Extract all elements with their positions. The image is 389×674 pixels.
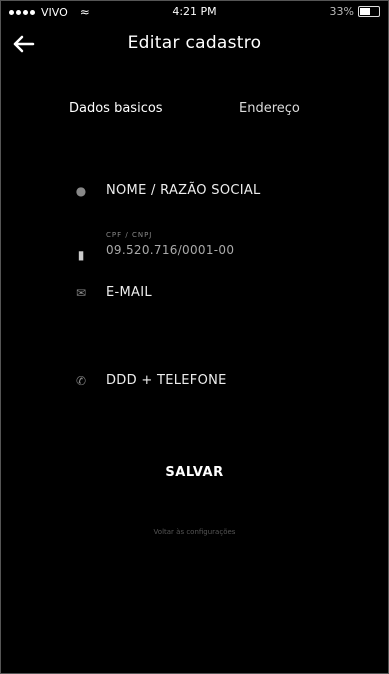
save-button[interactable]: SALVAR xyxy=(1,464,388,481)
phone-field-label: DDD + TELEFONE xyxy=(106,373,227,388)
id-card-icon: ▮ xyxy=(77,248,85,262)
status-right: 33% xyxy=(330,5,380,18)
user-icon: ● xyxy=(75,184,87,198)
email-field[interactable]: ✉ E-MAIL xyxy=(73,283,343,305)
email-field-label: E-MAIL xyxy=(106,285,152,300)
document-small-label: CPF / CNPJ xyxy=(106,231,153,239)
tab-dados-basicos[interactable]: Dados basicos xyxy=(69,101,163,116)
tab-endereco[interactable]: Endereço xyxy=(239,101,300,116)
back-to-settings-link[interactable]: Voltar às configurações xyxy=(1,528,388,536)
phone-field[interactable]: ✆ DDD + TELEFONE xyxy=(73,371,343,393)
document-field[interactable]: ▮ CPF / CNPJ 09.520.716/0001-00 xyxy=(73,231,343,265)
phone-icon: ✆ xyxy=(75,374,87,388)
battery-icon xyxy=(358,6,380,17)
mail-icon: ✉ xyxy=(75,286,87,300)
page-title: Editar cadastro xyxy=(127,33,262,53)
battery-percent: 33% xyxy=(329,5,354,18)
status-bar: VIVO ≈ 4:21 PM 33% xyxy=(1,1,388,23)
phone-screen: VIVO ≈ 4:21 PM 33% Editar cadastro Dados… xyxy=(0,0,389,674)
name-field[interactable]: ● NOME / RAZÃO SOCIAL xyxy=(73,181,343,203)
name-field-label: NOME / RAZÃO SOCIAL xyxy=(106,183,261,198)
document-value: 09.520.716/0001-00 xyxy=(106,243,235,257)
